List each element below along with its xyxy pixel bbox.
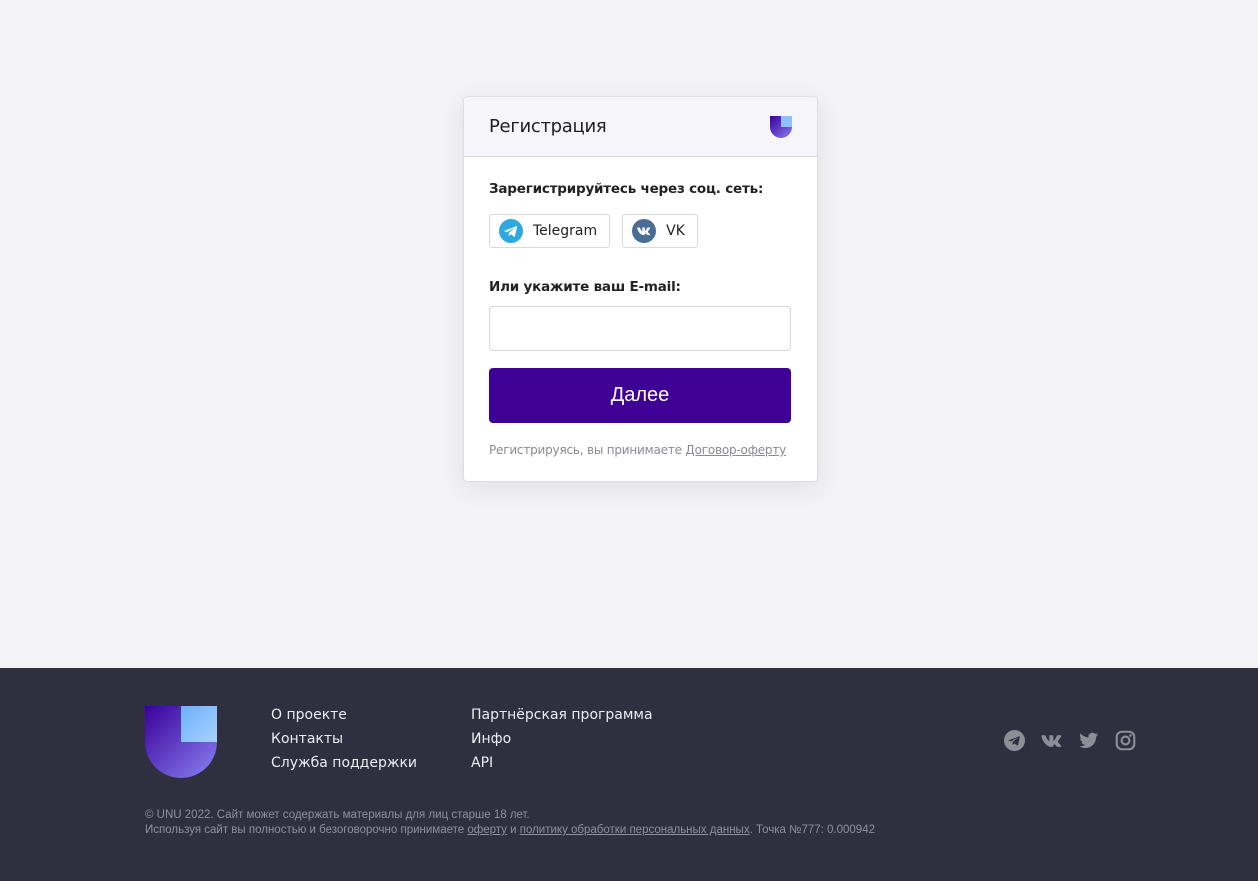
legal-line-2: Используя сайт вы полностью и безоговоро…: [145, 823, 875, 838]
footer-links-col1: О проекте Контакты Служба поддержки: [271, 706, 417, 772]
footer-link-api[interactable]: API: [471, 754, 653, 772]
next-button[interactable]: Далее: [489, 368, 791, 423]
legal-line-1: © UNU 2022. Сайт может содержать материа…: [145, 809, 530, 821]
footer-link-partner[interactable]: Партнёрская программа: [471, 706, 653, 724]
footer-link-info[interactable]: Инфо: [471, 730, 653, 748]
legal-text-pre: Используя сайт вы полностью и безоговоро…: [145, 824, 468, 836]
offer-agreement-link[interactable]: Договор-оферту: [685, 443, 786, 457]
instagram-icon[interactable]: [1115, 730, 1136, 751]
footer-links-col2: Партнёрская программа Инфо API: [471, 706, 653, 772]
legal-and: и: [506, 824, 520, 836]
card-body: Зарегистрируйтесь через соц. сеть: Teleg…: [464, 157, 817, 457]
footer-link-about[interactable]: О проекте: [271, 706, 417, 724]
footer-legal: © UNU 2022. Сайт может содержать материа…: [145, 808, 875, 838]
privacy-policy-link[interactable]: политику обработки персональных данных: [520, 824, 750, 836]
telegram-label: Telegram: [533, 223, 598, 239]
terms-prefix: Регистрируясь, вы принимаете: [489, 443, 686, 457]
footer: О проекте Контакты Служба поддержки Парт…: [0, 668, 1258, 881]
unu-logo-icon: [770, 115, 792, 138]
footer-link-contacts[interactable]: Контакты: [271, 730, 417, 748]
offer-link[interactable]: оферту: [467, 824, 507, 836]
terms-text: Регистрируясь, вы принимаете Договор-офе…: [489, 443, 791, 457]
vk-icon[interactable]: [1041, 730, 1062, 751]
vk-icon: [632, 219, 657, 243]
registration-card: Регистрация Зарегистрируйтесь через соц.…: [463, 96, 818, 482]
social-buttons: Telegram VK: [489, 214, 791, 248]
telegram-icon: [499, 219, 523, 243]
twitter-icon[interactable]: [1078, 730, 1099, 751]
email-label: Или укажите ваш E-mail:: [489, 279, 681, 295]
unu-logo-icon[interactable]: [145, 706, 217, 778]
footer-social-links: [1004, 730, 1136, 751]
vk-button[interactable]: VK: [622, 214, 698, 248]
telegram-button[interactable]: Telegram: [489, 214, 611, 248]
vk-label: VK: [666, 223, 685, 239]
telegram-icon[interactable]: [1004, 730, 1025, 751]
legal-point: . Точка №777: 0.000942: [749, 824, 875, 836]
card-header: Регистрация: [464, 97, 817, 157]
email-input[interactable]: [489, 306, 791, 351]
social-label: Зарегистрируйтесь через соц. сеть:: [489, 181, 764, 197]
main-area: Регистрация Зарегистрируйтесь через соц.…: [0, 0, 1258, 668]
card-title: Регистрация: [489, 116, 607, 137]
footer-link-support[interactable]: Служба поддержки: [271, 754, 417, 772]
